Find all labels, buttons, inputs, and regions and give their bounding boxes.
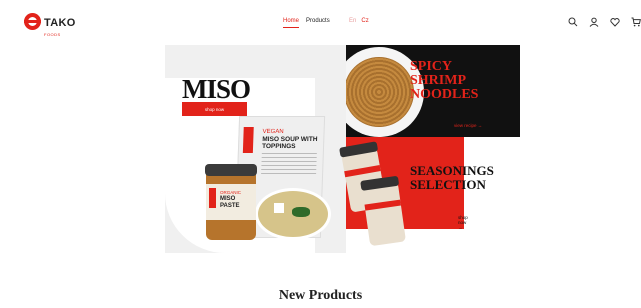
heart-icon[interactable] [610, 14, 620, 27]
cart-icon[interactable] [631, 14, 641, 27]
miso-paste-jar-image: ORGANIC MISO PASTE [205, 164, 257, 240]
search-icon[interactable] [568, 14, 578, 27]
bag-fine-print [261, 153, 317, 175]
spicy-shrimp-noodles-tile[interactable]: SPICY SHRIMP NOODLES view recipe → [346, 45, 520, 137]
language-switcher: En Cz [349, 18, 369, 24]
nav-products[interactable]: Products [306, 18, 330, 24]
site-header: TAKO FOODS Home Products En Cz [0, 0, 641, 42]
lang-en[interactable]: En [349, 18, 356, 24]
noodles-title-line: SHRIMP [410, 73, 466, 88]
jar-band [344, 165, 381, 178]
user-icon[interactable] [589, 14, 599, 27]
lang-cz[interactable]: Cz [361, 18, 368, 24]
bag-subtitle: VEGAN [262, 129, 284, 135]
logo-text: TAKO FOODS [44, 13, 76, 38]
miso-shop-now-button[interactable]: shop now [182, 102, 247, 116]
miso-title: MISO [182, 74, 251, 104]
jar-subtitle: ORGANIC [220, 190, 242, 195]
view-recipe-link[interactable]: view recipe → [454, 123, 482, 128]
jar-band [364, 199, 401, 211]
nav-home[interactable]: Home [283, 18, 300, 28]
noodles-title: SPICY SHRIMP NOODLES [410, 60, 478, 102]
miso-soup-bowl-image [255, 188, 331, 240]
noodles-title-line: SPICY [410, 59, 453, 74]
jar-title: MISO PASTE [220, 196, 240, 209]
jar-label: ORGANIC MISO PASTE [206, 184, 256, 220]
brand-tagline: FOODS [44, 32, 61, 37]
seasonings-title: SEASONINGS SELECTION [410, 164, 494, 192]
new-products-heading: New Products [278, 288, 363, 303]
seasonings-title-line: SEASONINGS [410, 163, 494, 178]
brand-tab [209, 188, 216, 208]
logo-mark-icon [24, 13, 41, 30]
jar-lid [205, 164, 257, 176]
seasonings-title-line: SELECTION [410, 177, 486, 192]
brand-tab [242, 127, 254, 153]
seasonings-shop-now-link[interactable]: shop now → [458, 215, 468, 230]
noodles-title-line: NOODLES [410, 87, 479, 102]
bag-title: MISO SOUP WITH TOPPINGS [261, 136, 318, 150]
brand-name: TAKO [44, 17, 76, 29]
main-nav: Home Products [283, 18, 330, 28]
logo[interactable]: TAKO FOODS [24, 13, 76, 37]
header-icons [568, 14, 641, 27]
